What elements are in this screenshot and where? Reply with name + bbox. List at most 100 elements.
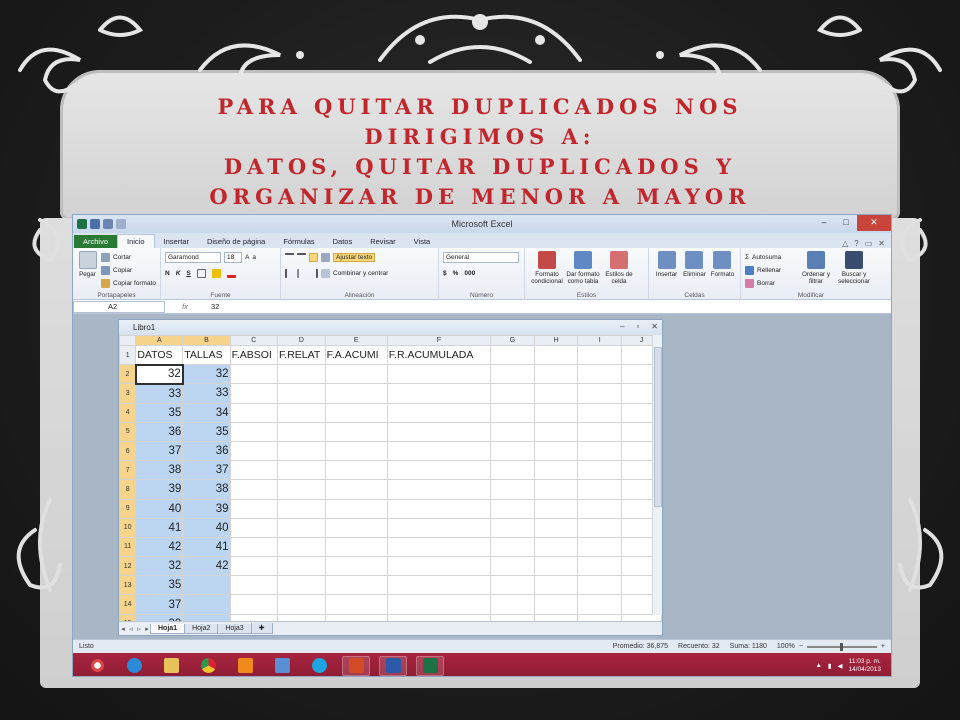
row-header[interactable]: 7: [118, 460, 137, 481]
cell[interactable]: [577, 479, 622, 500]
cell[interactable]: [577, 364, 622, 385]
taskbar-media[interactable]: [231, 656, 259, 676]
cell[interactable]: [324, 536, 388, 558]
cell[interactable]: [386, 536, 491, 558]
restore-icon[interactable]: ▭: [865, 239, 873, 248]
sheet-tab-hoja3[interactable]: Hoja3: [217, 623, 252, 634]
cell[interactable]: [229, 594, 279, 615]
row-header[interactable]: 13: [118, 575, 137, 596]
cell[interactable]: [277, 460, 326, 481]
tab-insertar[interactable]: Insertar: [155, 235, 198, 248]
volume-icon[interactable]: ◀: [837, 662, 842, 670]
column-header[interactable]: D: [277, 335, 326, 346]
next-sheet-icon[interactable]: ▹: [135, 625, 143, 633]
cell[interactable]: [533, 383, 579, 404]
cell[interactable]: [577, 594, 622, 615]
cell[interactable]: [324, 402, 388, 423]
cell[interactable]: [489, 344, 535, 366]
cell[interactable]: [277, 479, 326, 500]
scroll-thumb[interactable]: [654, 347, 662, 507]
cell[interactable]: [324, 460, 388, 481]
cell[interactable]: 32: [182, 364, 231, 385]
cell[interactable]: [577, 440, 622, 462]
cell[interactable]: 37: [182, 460, 231, 481]
cell[interactable]: 38: [135, 460, 184, 481]
book-close-icon[interactable]: ✕: [651, 322, 658, 331]
cell[interactable]: [533, 517, 579, 538]
cell[interactable]: [489, 498, 535, 519]
column-header[interactable]: F: [386, 335, 491, 346]
cell[interactable]: 37: [135, 440, 184, 462]
cell[interactable]: 33: [135, 383, 184, 404]
autosum-button[interactable]: Σ Autosuma: [745, 251, 799, 264]
cell[interactable]: 37: [135, 594, 184, 615]
zoom-slider[interactable]: [806, 642, 877, 651]
cell[interactable]: [533, 479, 579, 500]
cell[interactable]: [489, 364, 535, 385]
cell[interactable]: TALLAS: [182, 344, 231, 366]
cell[interactable]: [386, 440, 491, 462]
new-sheet-icon[interactable]: ✚: [250, 623, 273, 634]
cell[interactable]: [324, 556, 388, 577]
tab-formulas[interactable]: Fórmulas: [274, 235, 323, 248]
cell[interactable]: [277, 556, 326, 577]
vertical-scrollbar[interactable]: [652, 335, 662, 615]
network-icon[interactable]: ▮: [828, 662, 832, 670]
cell[interactable]: [277, 402, 326, 423]
column-header[interactable]: B: [182, 335, 231, 346]
fill-button[interactable]: Rellenar: [745, 264, 799, 277]
cell[interactable]: DATOS: [135, 344, 184, 366]
prev-sheet-icon[interactable]: ◃: [127, 625, 135, 633]
orientation-icon[interactable]: [321, 253, 330, 262]
cell[interactable]: [386, 517, 491, 538]
cell[interactable]: [533, 594, 579, 615]
cell[interactable]: [386, 460, 491, 481]
cell[interactable]: [229, 383, 279, 404]
cell[interactable]: 40: [135, 498, 184, 519]
cell[interactable]: [229, 402, 279, 423]
align-middle-icon[interactable]: [297, 253, 306, 262]
cell[interactable]: [577, 536, 622, 558]
zoom-out-icon[interactable]: −: [799, 643, 803, 650]
formula-input[interactable]: 32: [205, 302, 219, 311]
copy-button[interactable]: Copiar: [101, 264, 156, 277]
minimize-button[interactable]: –: [813, 215, 835, 231]
tab-inicio[interactable]: Inicio: [117, 234, 155, 248]
cell[interactable]: [229, 498, 279, 519]
cell[interactable]: F.ABSOI: [229, 344, 279, 366]
cell[interactable]: [386, 594, 491, 615]
row-header[interactable]: 6: [118, 440, 137, 462]
cell[interactable]: [577, 556, 622, 577]
cell[interactable]: [386, 575, 491, 596]
row-header[interactable]: 9: [118, 498, 137, 519]
cell[interactable]: [533, 364, 579, 385]
cell[interactable]: [229, 364, 279, 385]
tray-arrow-icon[interactable]: ▲: [815, 662, 821, 669]
cell[interactable]: [324, 440, 388, 462]
close-button[interactable]: ✕: [857, 215, 891, 231]
cell[interactable]: [489, 556, 535, 577]
cell[interactable]: [277, 594, 326, 615]
column-header[interactable]: I: [577, 335, 622, 346]
cell[interactable]: [489, 402, 535, 423]
name-box[interactable]: A2: [73, 300, 165, 313]
taskbar-messenger[interactable]: [268, 656, 296, 676]
tab-archivo[interactable]: Archivo: [74, 235, 118, 248]
cell[interactable]: [277, 575, 326, 596]
cell[interactable]: [277, 517, 326, 538]
cell[interactable]: [277, 364, 326, 385]
cell[interactable]: [489, 594, 535, 615]
cell[interactable]: F.A.ACUMI: [324, 344, 388, 366]
cell[interactable]: 35: [182, 421, 231, 442]
row-header[interactable]: 11: [118, 536, 137, 558]
cell[interactable]: [577, 498, 622, 519]
row-header[interactable]: 4: [118, 402, 137, 423]
cell[interactable]: F.RELAT: [277, 344, 326, 366]
row-header[interactable]: 3: [118, 383, 137, 404]
cell[interactable]: [229, 479, 279, 500]
cell[interactable]: [533, 440, 579, 462]
font-color-icon[interactable]: [226, 269, 236, 278]
taskbar-ie[interactable]: [120, 656, 148, 676]
cell[interactable]: [489, 575, 535, 596]
cell[interactable]: [386, 421, 491, 442]
